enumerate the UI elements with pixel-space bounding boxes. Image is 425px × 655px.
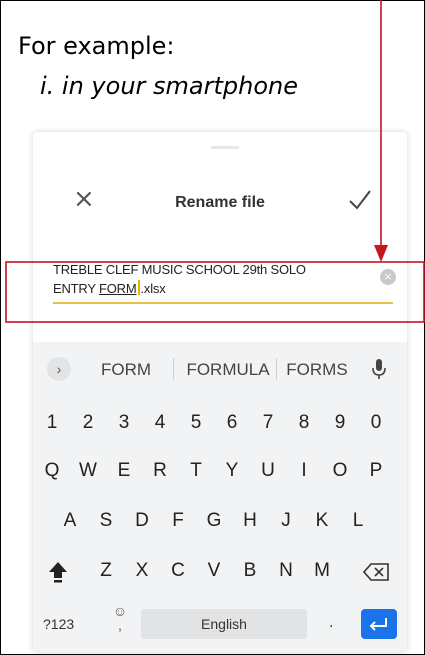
annotation-arrow-head — [374, 245, 388, 262]
highlight-box — [5, 261, 425, 323]
annotation-overlay — [5, 0, 425, 323]
